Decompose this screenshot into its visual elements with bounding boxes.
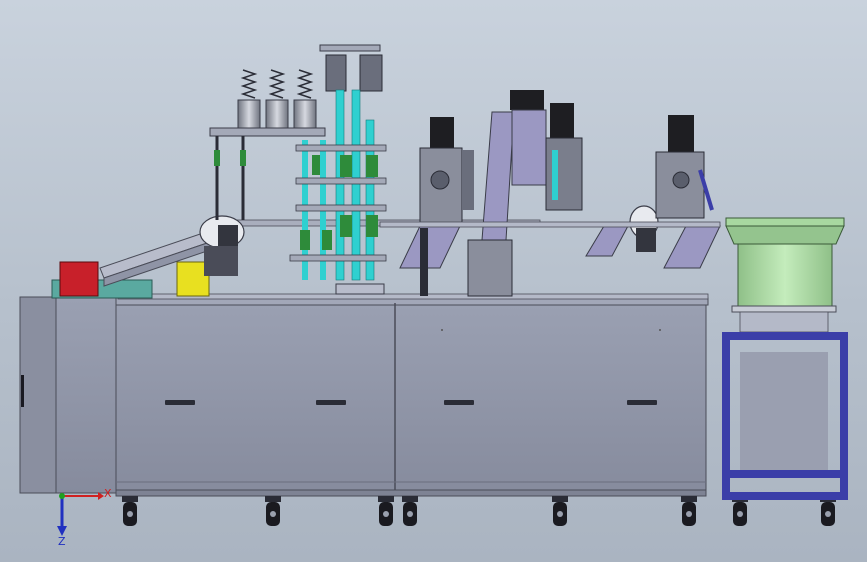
left-side-door (19, 296, 119, 494)
assembly-machine-drawing: X Z (19, 44, 848, 548)
feeder-stand-frame (722, 332, 848, 500)
central-tower (289, 44, 387, 295)
caster-wheel (265, 496, 281, 526)
vibratory-bowl-feeder (725, 217, 845, 333)
caster-wheel (552, 496, 568, 526)
x-axis-label: X (104, 487, 112, 500)
caster-wheels (122, 496, 836, 526)
station-motor-gearbox-2 (655, 115, 721, 269)
z-axis-label: Z (58, 535, 66, 548)
inclined-feed-chute (99, 215, 245, 287)
station-vertical-slide (467, 90, 547, 297)
cad-viewport[interactable]: X Z (0, 0, 867, 562)
caster-wheel (820, 496, 836, 526)
cabinet-handle (165, 400, 195, 405)
cabinet-handle (627, 400, 657, 405)
y-axis-dot (59, 493, 65, 499)
station-motor-2 (545, 103, 659, 257)
cabinet-handle (444, 400, 474, 405)
conveyor-rail (379, 221, 721, 228)
caster-wheel (122, 496, 138, 526)
caster-wheel (402, 496, 418, 526)
coordinate-triad: X Z (57, 487, 112, 548)
caster-wheel (681, 496, 697, 526)
cabinet-handle (316, 400, 346, 405)
caster-wheel (732, 496, 748, 526)
main-cabinet (115, 297, 709, 497)
caster-wheel (378, 496, 394, 526)
red-component-box (59, 261, 99, 297)
station-motor-gearbox-1 (399, 117, 474, 296)
